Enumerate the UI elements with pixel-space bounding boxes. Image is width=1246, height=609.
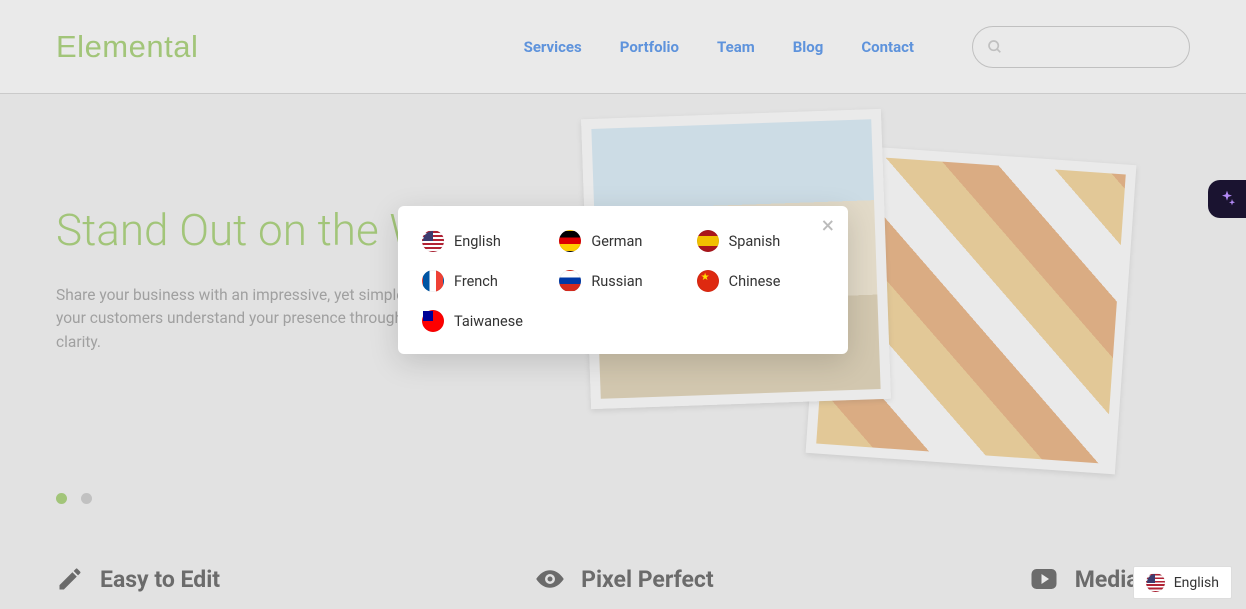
close-icon[interactable]: × xyxy=(822,214,834,237)
pencil-icon xyxy=(56,565,84,593)
lang-label: Chinese xyxy=(729,273,781,290)
slide-pager xyxy=(56,493,92,504)
flag-fr-icon xyxy=(422,270,444,292)
logo[interactable]: Elemental xyxy=(56,29,198,65)
main-nav: Services Portfolio Team Blog Contact xyxy=(524,38,914,56)
feature-easy-edit: Easy to Edit xyxy=(56,564,220,594)
flag-de-icon xyxy=(559,230,581,252)
language-switcher[interactable]: English xyxy=(1133,566,1232,599)
lang-option-spanish[interactable]: Spanish xyxy=(697,230,824,252)
lang-label: English xyxy=(454,233,501,250)
sparkle-icon xyxy=(1217,189,1237,209)
lang-label: Russian xyxy=(591,273,642,290)
nav-blog[interactable]: Blog xyxy=(793,38,824,56)
lang-option-chinese[interactable]: Chinese xyxy=(697,270,824,292)
lang-label: German xyxy=(591,233,642,250)
lang-label: Spanish xyxy=(729,233,781,250)
hero-image-back xyxy=(806,144,1137,475)
flag-us-icon xyxy=(1146,573,1165,592)
nav-team[interactable]: Team xyxy=(717,38,755,56)
lang-label: French xyxy=(454,273,498,290)
lang-option-english[interactable]: English xyxy=(422,230,549,252)
assistant-widget[interactable] xyxy=(1208,180,1246,218)
lang-option-russian[interactable]: Russian xyxy=(559,270,686,292)
search-box[interactable] xyxy=(972,26,1190,68)
lang-option-taiwanese[interactable]: Taiwanese xyxy=(422,310,549,332)
pager-dot-2[interactable] xyxy=(81,493,92,504)
flag-tw-icon xyxy=(422,310,444,332)
flag-es-icon xyxy=(697,230,719,252)
flag-cn-icon xyxy=(697,270,719,292)
lang-label: Taiwanese xyxy=(454,313,523,330)
feature-pixel-perfect-title: Pixel Perfect xyxy=(581,566,714,593)
header: Elemental Services Portfolio Team Blog C… xyxy=(0,0,1246,94)
nav-portfolio[interactable]: Portfolio xyxy=(620,38,679,56)
lang-option-french[interactable]: French xyxy=(422,270,549,292)
features-row: Easy to Edit Pixel Perfect Media Rich xyxy=(0,534,1246,594)
language-modal: × English German Spanish French Russian … xyxy=(398,206,848,354)
feature-pixel-perfect: Pixel Perfect xyxy=(535,564,714,594)
lang-option-german[interactable]: German xyxy=(559,230,686,252)
search-icon xyxy=(987,39,1003,55)
flag-us-icon xyxy=(422,230,444,252)
flag-ru-icon xyxy=(559,270,581,292)
pager-dot-1[interactable] xyxy=(56,493,67,504)
nav-services[interactable]: Services xyxy=(524,38,582,56)
language-switcher-label: English xyxy=(1174,575,1219,591)
eye-icon xyxy=(535,564,565,594)
nav-contact[interactable]: Contact xyxy=(861,38,914,56)
search-input[interactable] xyxy=(1013,39,1175,55)
feature-easy-edit-title: Easy to Edit xyxy=(100,566,220,593)
language-grid: English German Spanish French Russian Ch… xyxy=(422,230,824,332)
play-icon xyxy=(1029,564,1059,594)
